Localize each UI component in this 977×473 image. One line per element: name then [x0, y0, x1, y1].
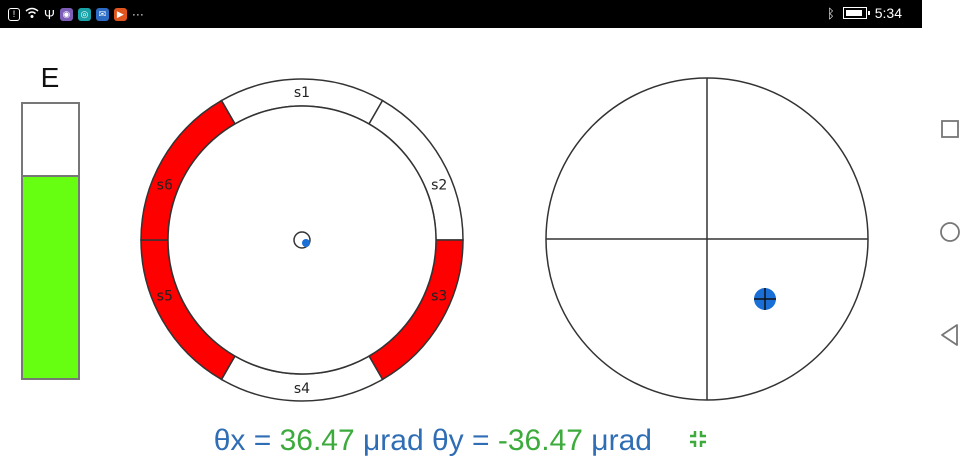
status-bar: ! Ψ ◉ ◎ ✉ ▶ ··· ᛒ 5:34 — [0, 0, 922, 28]
segment-label-s1: s1 — [294, 85, 310, 101]
theta-y-label: θy = — [432, 424, 498, 457]
segment-label-s2: s2 — [431, 178, 447, 194]
recents-button[interactable] — [938, 117, 962, 141]
bluetooth-icon: ᛒ — [826, 5, 835, 21]
battery-icon — [842, 7, 870, 19]
beam-spot — [302, 239, 310, 247]
home-button[interactable] — [938, 220, 962, 244]
position-detector — [545, 77, 869, 401]
wifi-icon — [25, 7, 39, 22]
segment-label-s3: s3 — [431, 288, 447, 304]
notification-icons: ! Ψ ◉ ◎ ✉ ▶ ··· — [8, 4, 144, 24]
messenger-icon: ✉ — [95, 7, 109, 21]
app-icon-2: ▶ — [113, 7, 127, 21]
position-point — [754, 288, 776, 310]
theta-y-unit: μrad — [582, 424, 652, 457]
energy-level-fill — [23, 175, 78, 378]
theta-y-value: -36.47 — [497, 424, 583, 457]
more-notifications: ··· — [131, 7, 144, 21]
theta-x-unit: μrad — [354, 424, 432, 457]
segment-label-s6: s6 — [157, 178, 173, 194]
clock: 5:34 — [874, 5, 902, 21]
energy-label: E — [40, 62, 60, 93]
navigation-bar — [922, 0, 977, 473]
app-icon: ◎ — [77, 7, 91, 21]
usb-icon: Ψ — [44, 6, 55, 22]
theta-x-value: 36.47 — [279, 424, 355, 457]
alert-icon: ! — [8, 7, 20, 21]
viber-icon: ◉ — [59, 7, 73, 21]
energy-bar — [21, 102, 80, 380]
system-status: ᛒ 5:34 — [827, 5, 902, 21]
theta-x-label: θx = — [213, 424, 280, 457]
segment-detector: s1 s2 s3 s4 s5 s6 — [140, 78, 464, 402]
compress-icon[interactable] — [688, 429, 708, 455]
angle-readout: θx = 36.47 μrad θy = -36.47 μrad — [0, 424, 922, 458]
back-button[interactable] — [938, 323, 962, 347]
segment-label-s4: s4 — [294, 381, 310, 397]
segment-label-s5: s5 — [157, 288, 173, 304]
